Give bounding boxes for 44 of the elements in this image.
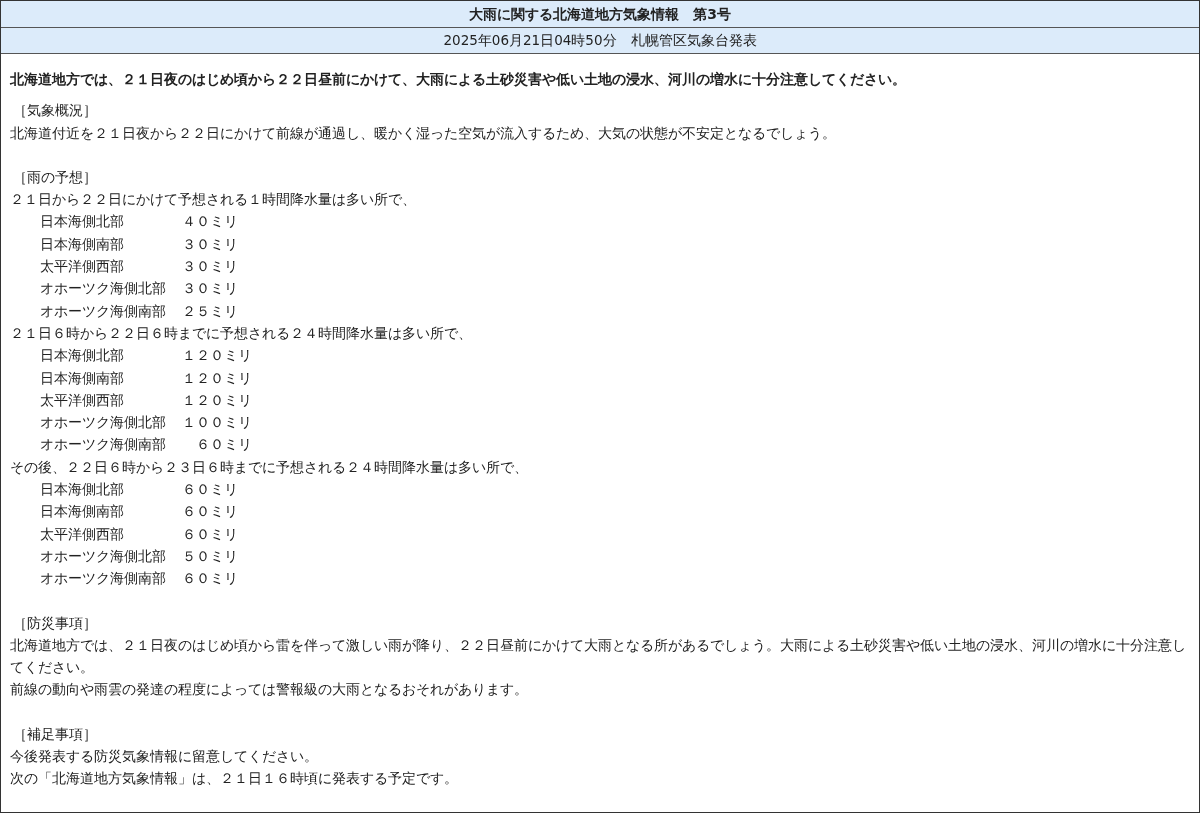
rainfall-amount: ６０ミリ xyxy=(182,502,238,522)
section-heading: ［雨の予想］ xyxy=(12,167,98,187)
section-heading: ［気象概況］ xyxy=(12,101,98,121)
region-name: 日本海側北部 xyxy=(40,212,125,232)
body-text: ２１日から２２日にかけて予想される１時間降水量は多い所で、 xyxy=(10,190,417,210)
body-text: 北海道付近を２１日夜から２２日にかけて前線が通過し、暖かく湿った空気が流入するため、大気の状態が不安定となるでしょう。 xyxy=(10,123,837,143)
section-heading: ［防災事項］ xyxy=(12,613,98,633)
rainfall-amount: ４０ミリ xyxy=(182,212,238,232)
rainfall-amount: ６０ミリ xyxy=(196,435,252,455)
rainfall-amount: ６０ミリ xyxy=(182,524,238,544)
body-text: その後、２２日６時から２３日６時までに予想される２４時間降水量は多い所で、 xyxy=(10,457,529,477)
rainfall-amount: ３０ミリ xyxy=(182,257,238,277)
rainfall-amount: ３０ミリ xyxy=(182,279,238,299)
region-name: 日本海側南部 xyxy=(40,368,125,388)
section-heading: ［補足事項］ xyxy=(12,724,98,744)
body-text: 前線の動向や雨雲の発達の程度によっては警報級の大雨となるおそれがあります。 xyxy=(10,680,529,700)
region-name: オホーツク海側北部 xyxy=(40,413,166,433)
body-text: 次の「北海道地方気象情報」は、２１日１６時頃に発表する予定です。 xyxy=(10,769,459,789)
rainfall-amount: １２０ミリ xyxy=(182,390,252,410)
rainfall-amount: １００ミリ xyxy=(182,413,252,433)
region-name: 太平洋側西部 xyxy=(40,257,125,277)
region-name: オホーツク海側北部 xyxy=(40,546,166,566)
region-name: オホーツク海側南部 xyxy=(40,569,166,589)
region-name: オホーツク海側南部 xyxy=(40,435,166,455)
rainfall-amount: ５０ミリ xyxy=(182,546,238,566)
region-name: 日本海側北部 xyxy=(40,480,125,500)
body-text: 今後発表する防災気象情報に留意してください。 xyxy=(10,747,319,766)
body-text: 北海道地方では、２１日夜のはじめ頃から雷を伴って激しい雨が降り、２２日昼前にかけて大雨となる所があるでしょう。大雨による土砂災害や低い土地の浸水、河川の増水に十分注意してください。 xyxy=(10,635,1187,678)
rainfall-amount: ２５ミリ xyxy=(182,301,238,321)
rainfall-amount: １２０ミリ xyxy=(182,368,252,388)
region-name: オホーツク海側北部 xyxy=(40,279,166,299)
rainfall-amount: ３０ミリ xyxy=(182,234,238,254)
rainfall-amount: ６０ミリ xyxy=(182,480,238,500)
bulletin-title: 大雨に関する北海道地方気象情報 第3号 xyxy=(1,1,1199,28)
headline-text: 北海道地方では、２１日夜のはじめ頃から２２日昼前にかけて、大雨による土砂災害や低い土地の浸水、河川の増水に十分注意してください。 xyxy=(10,70,907,89)
region-name: 日本海側南部 xyxy=(40,502,125,522)
body-text: ２１日６時から２２日６時までに予想される２４時間降水量は多い所で、 xyxy=(10,323,473,343)
region-name: 日本海側北部 xyxy=(40,346,125,366)
region-name: 太平洋側西部 xyxy=(40,390,125,410)
region-name: 日本海側南部 xyxy=(40,234,125,254)
region-name: 太平洋側西部 xyxy=(40,524,125,544)
rainfall-amount: ６０ミリ xyxy=(182,569,238,589)
rainfall-amount: １２０ミリ xyxy=(182,346,252,366)
region-name: オホーツク海側南部 xyxy=(40,301,166,321)
